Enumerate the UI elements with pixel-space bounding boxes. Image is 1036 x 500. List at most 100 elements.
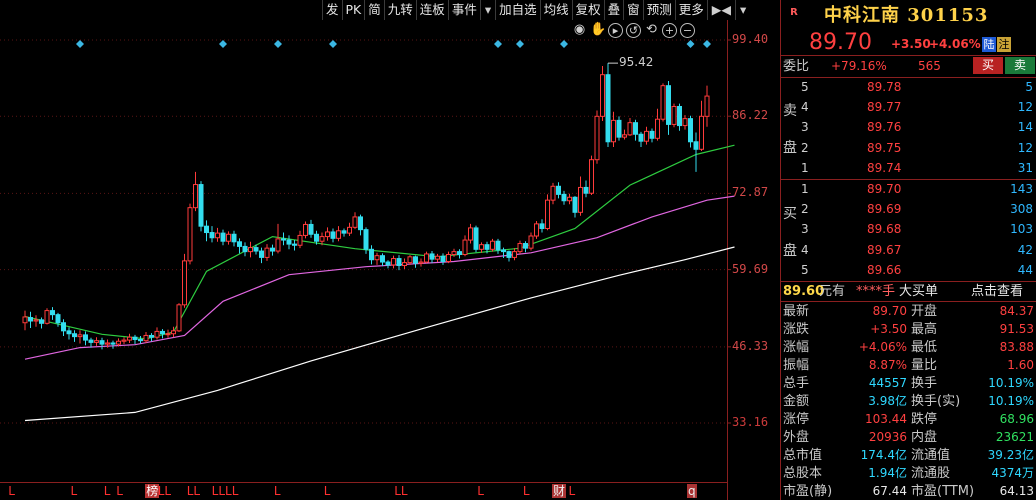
bid-row[interactable]: 4 89.67 42 bbox=[781, 241, 1036, 260]
candle-down bbox=[61, 322, 66, 332]
candle-up bbox=[44, 310, 50, 324]
zoom-out-icon[interactable]: − bbox=[680, 23, 695, 38]
ask-row[interactable]: 3 89.76 14 bbox=[781, 118, 1036, 137]
toolbar-item[interactable]: ▶◀ bbox=[706, 0, 735, 20]
candle-down bbox=[55, 314, 61, 324]
candle-up bbox=[402, 262, 407, 266]
event-label[interactable]: 财 bbox=[551, 484, 566, 498]
play-icon[interactable]: ▸ bbox=[608, 23, 623, 38]
candle-down bbox=[330, 231, 336, 239]
y-tick-label: 59.69 bbox=[732, 261, 769, 276]
zoom-in-icon[interactable]: + bbox=[662, 23, 677, 38]
sell-button[interactable]: 卖 bbox=[1005, 57, 1035, 74]
candle-up bbox=[319, 236, 325, 242]
stat-label: 市盈(静) bbox=[783, 484, 833, 499]
toolbar-item[interactable]: 简 bbox=[364, 0, 384, 20]
toolbar-item[interactable]: PK bbox=[341, 0, 365, 20]
candle-down bbox=[693, 141, 699, 150]
toolbar-item[interactable]: 更多 bbox=[674, 0, 707, 20]
buy-button[interactable]: 买 bbox=[973, 57, 1003, 74]
event-label[interactable]: L bbox=[324, 484, 331, 498]
ask-price: 89.76 bbox=[867, 120, 902, 135]
quote-panel: R 中科江南 301153 89.70 +3.50 +4.06% 陆 注 委比 … bbox=[780, 0, 1036, 500]
toolbar-item[interactable]: 加自选 bbox=[495, 0, 540, 20]
bid-row[interactable]: 3 89.68 103 bbox=[781, 220, 1036, 239]
event-label[interactable]: LLLL bbox=[212, 484, 239, 498]
y-tick-label: 46.33 bbox=[732, 338, 769, 353]
stat-label: 量比 bbox=[911, 358, 938, 373]
bid-row[interactable]: 5 89.66 44 bbox=[781, 261, 1036, 280]
candle-down bbox=[649, 130, 655, 139]
event-label[interactable]: L bbox=[8, 484, 15, 498]
big-order-hidden: ****手 bbox=[856, 284, 896, 299]
candle-up bbox=[589, 159, 594, 194]
stat-label: 涨跌 bbox=[783, 322, 810, 337]
event-label[interactable]: L bbox=[116, 484, 123, 498]
toolbar-item[interactable]: 复权 bbox=[571, 0, 604, 20]
candle-down bbox=[501, 249, 506, 253]
y-tick-label: 86.22 bbox=[732, 108, 769, 123]
candle-up bbox=[297, 234, 303, 246]
event-label[interactable]: LL bbox=[158, 484, 171, 498]
stock-name[interactable]: 中科江南 301153 bbox=[824, 1, 988, 27]
ask-row[interactable]: 4 89.77 12 bbox=[781, 98, 1036, 117]
candle-up bbox=[517, 243, 523, 253]
big-order-view-link[interactable]: 点击查看 bbox=[971, 282, 1023, 301]
candle-down bbox=[688, 118, 693, 143]
stat-value: 44557 bbox=[868, 376, 907, 390]
toolbar-item[interactable]: ▾ bbox=[734, 0, 750, 20]
candle-down bbox=[149, 334, 154, 338]
ask-row[interactable]: 1 89.74 31 bbox=[781, 159, 1036, 178]
event-label[interactable]: L bbox=[523, 484, 530, 498]
stat-label: 开盘 bbox=[911, 304, 938, 319]
candle-up bbox=[187, 207, 193, 262]
candle-up bbox=[512, 251, 517, 258]
stat-label: 总股本 bbox=[783, 466, 823, 481]
candle-down bbox=[583, 186, 589, 194]
bid-row[interactable]: 1 89.70 143 bbox=[781, 180, 1036, 199]
candle-down bbox=[220, 232, 226, 242]
stats-row: 总手 44557 换手 10.19% bbox=[781, 374, 1036, 393]
toolbar-item[interactable]: 均线 bbox=[539, 0, 572, 20]
bid-row[interactable]: 2 89.69 308 bbox=[781, 200, 1036, 219]
event-label[interactable]: L bbox=[104, 484, 111, 498]
hand-icon[interactable]: ✋ bbox=[590, 23, 606, 38]
toolbar-item[interactable]: 预测 bbox=[642, 0, 675, 20]
kline-chart-area[interactable]: 发 PK 简九转 连板 事件 ▾ 加自选 均线 复权叠窗预测 更多 ▶◀ ▾ ◉ ✋ ▸ ↺ ⟲ + … bbox=[0, 0, 780, 500]
event-label[interactable]: L bbox=[477, 484, 484, 498]
stat-value: 3.98亿 bbox=[868, 394, 907, 408]
big-order-row[interactable]: 89.60 元有 ****手 大买单 点击查看 bbox=[781, 282, 1036, 301]
event-label[interactable]: LL bbox=[394, 484, 407, 498]
undo-icon[interactable]: ↺ bbox=[626, 23, 641, 38]
toolbar-item[interactable]: 发 bbox=[322, 0, 342, 20]
event-label[interactable]: L bbox=[274, 484, 281, 498]
rewind-icon[interactable]: ⟲ bbox=[644, 23, 659, 38]
toolbar-item[interactable]: 九转 bbox=[383, 0, 416, 20]
kline-chart[interactable] bbox=[0, 0, 780, 500]
event-diamond-icon bbox=[516, 40, 524, 48]
candle-down bbox=[677, 105, 682, 127]
stat-label: 换手(实) bbox=[911, 394, 961, 409]
candle-up bbox=[600, 74, 605, 117]
event-label[interactable]: L bbox=[71, 484, 78, 498]
eye-icon[interactable]: ◉ bbox=[572, 23, 587, 38]
event-label[interactable]: q bbox=[687, 484, 697, 498]
max-price-label: 95.42 bbox=[619, 55, 654, 70]
toolbar-item[interactable]: 连板 bbox=[415, 0, 448, 20]
event-label[interactable]: L bbox=[569, 484, 576, 498]
stats-row: 外盘 20936 内盘 23621 bbox=[781, 428, 1036, 447]
stat-label: 金额 bbox=[783, 394, 810, 409]
ask-row[interactable]: 5 89.78 5 bbox=[781, 78, 1036, 97]
candle-up bbox=[22, 316, 28, 324]
ask-row[interactable]: 2 89.75 12 bbox=[781, 139, 1036, 158]
event-diamond-icon bbox=[560, 40, 568, 48]
stat-label: 总手 bbox=[783, 376, 810, 391]
toolbar-item[interactable]: 叠 bbox=[603, 0, 624, 20]
candle-down bbox=[341, 230, 347, 234]
event-label[interactable]: LL bbox=[187, 484, 200, 498]
toolbar-item[interactable]: ▾ bbox=[479, 0, 495, 20]
toolbar-item[interactable]: 事件 bbox=[447, 0, 480, 20]
ask-volume: 5 bbox=[1025, 80, 1033, 94]
y-tick-label: 99.40 bbox=[732, 32, 769, 46]
toolbar-item[interactable]: 窗 bbox=[623, 0, 643, 20]
